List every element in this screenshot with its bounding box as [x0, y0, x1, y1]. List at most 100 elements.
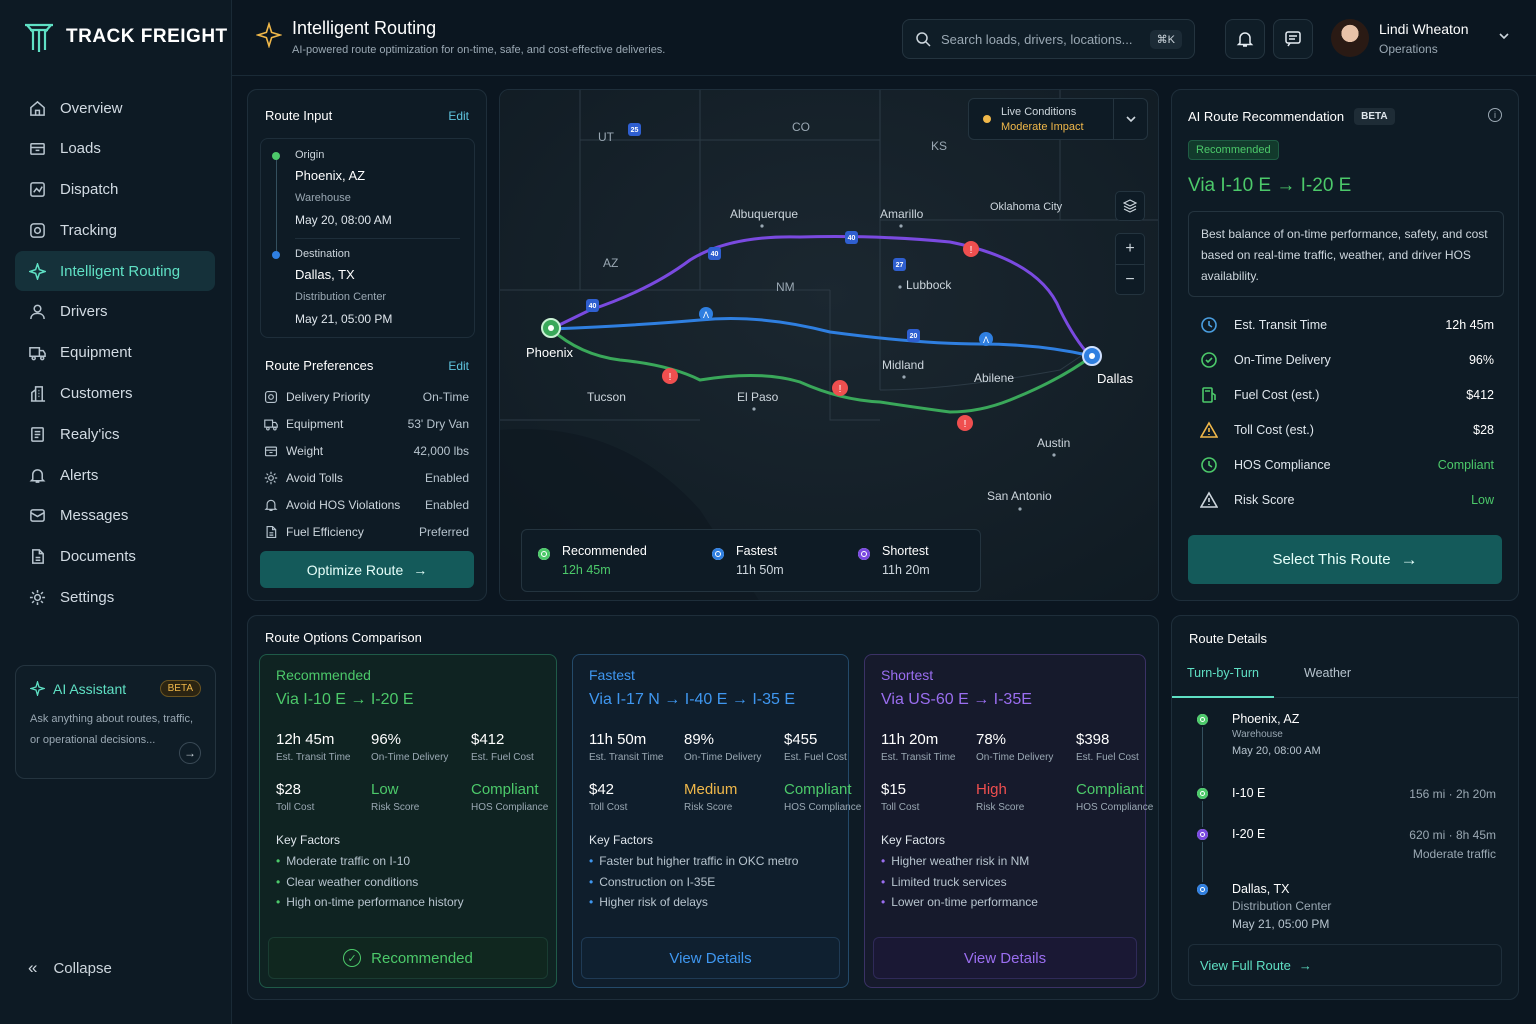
route-option-recommended[interactable]: Recommended Via I-10 E → I-20 E 12h 45m E… [259, 654, 557, 988]
ai-assistant-card[interactable]: AI Assistant BETA Ask anything about rou… [15, 665, 216, 779]
city-label-abilene: Abilene [974, 371, 1014, 385]
origin-pin-icon[interactable] [541, 318, 561, 338]
key-factors-title: Key Factors [881, 833, 946, 847]
sidebar-item-customers[interactable]: Customers [15, 374, 215, 414]
sidebar-item-settings[interactable]: Settings [15, 578, 215, 618]
legend-time: 11h 50m [736, 563, 784, 577]
live-conditions-dropdown[interactable]: Live Conditions Moderate Impact [968, 98, 1148, 140]
state-label-az: AZ [603, 256, 618, 270]
key-factor: • Moderate traffic on I-10 [276, 854, 411, 868]
option-stat: $398 Est. Fuel Cost [1076, 731, 1166, 763]
sidebar-item-overview[interactable]: Overview [15, 88, 215, 128]
warning-alert-icon[interactable]: ! [963, 241, 979, 257]
logo-icon [25, 23, 53, 52]
origin-dot [272, 152, 280, 160]
route-option-shortest[interactable]: Shortest Via US-60 E → I-35E 11h 20m Est.… [864, 654, 1153, 988]
route-input-title: Route Input [265, 108, 333, 123]
sidebar-item-drivers[interactable]: Drivers [15, 292, 215, 332]
legend-name: Fastest [736, 544, 777, 558]
sidebar-item-equipment[interactable]: Equipment [15, 333, 215, 373]
route-input-edit-link[interactable]: Edit [448, 109, 469, 123]
live-status-dot [983, 115, 991, 123]
sidebar-item-alerts[interactable]: Alerts [15, 455, 215, 495]
warning-alert-icon[interactable]: ! [662, 368, 678, 384]
select-route-button[interactable]: Select This Route → [1188, 535, 1502, 584]
messages-button[interactable] [1273, 19, 1313, 59]
chevron-down-icon[interactable] [1113, 99, 1147, 139]
sidebar-item-loads[interactable]: Loads [15, 129, 215, 169]
zoom-controls: + − [1115, 233, 1145, 295]
zoom-in-button[interactable]: + [1116, 234, 1144, 265]
preference-value: Preferred [418, 524, 469, 539]
legend-item-shortest[interactable]: Shortest 11h 20m [858, 544, 930, 577]
live-conditions-title: Live Conditions [1001, 105, 1077, 118]
chevron-down-icon[interactable] [1498, 30, 1510, 45]
option-stat-value: Medium [684, 781, 738, 798]
sidebar-item-documents[interactable]: Documents [15, 537, 215, 577]
arrow-right-icon: → [1400, 549, 1418, 569]
option-stat: Compliant HOS Compliance [784, 781, 874, 813]
layers-button[interactable] [1115, 191, 1145, 221]
tab-turn-by-turn[interactable]: Turn-by-Turn [1172, 664, 1274, 698]
route-map[interactable]: UT CO KS AZ NM Albuquerque Amarillo Okla… [499, 89, 1159, 601]
search-input[interactable]: Search loads, drivers, locations... ⌘K [902, 19, 1195, 59]
beta-badge: BETA [159, 680, 201, 697]
construction-icon[interactable]: Λ [699, 307, 713, 321]
option-stat-label: Est. Fuel Cost [1076, 752, 1139, 763]
sidebar-item-label: Tracking [60, 221, 117, 239]
stop-sub: Warehouse [1232, 729, 1283, 740]
metric-value: 96% [1468, 352, 1494, 367]
option-action-button[interactable]: View Details [873, 937, 1137, 979]
zoom-out-button[interactable]: − [1116, 265, 1144, 295]
tab-weather[interactable]: Weather [1304, 664, 1351, 698]
brand-logo[interactable]: TRACK FREIGHT [22, 20, 228, 54]
option-label: Fastest [589, 667, 635, 683]
sidebar-nav: Overview Loads Dispatch Tracking Intelligent… [15, 88, 215, 618]
stop-time: May 21, 05:00 PM [1232, 917, 1330, 931]
destination-pin-icon[interactable] [1082, 346, 1102, 366]
sidebar-item-label: Documents [60, 548, 136, 566]
key-factor: • Faster but higher traffic in OKC metro [589, 854, 799, 868]
legend-item-recommended[interactable]: Recommended 12h 45m [538, 544, 647, 577]
collapse-label: Collapse [53, 959, 112, 977]
legend-item-fastest[interactable]: Fastest 11h 50m [712, 544, 784, 577]
sidebar-item-messages[interactable]: Messages [15, 496, 215, 536]
preference-value: 53' Dry Van [407, 416, 469, 431]
metric-row: Fuel Cost (est.) $412 [1188, 377, 1502, 412]
view-full-route-link[interactable]: View Full Route → [1188, 944, 1502, 986]
sidebar-item-dispatch[interactable]: Dispatch [15, 170, 215, 210]
metric-value: 12h 45m [1445, 317, 1494, 332]
route-option-fastest[interactable]: Fastest Via I-17 N → I-40 E → I-35 E 11h… [572, 654, 861, 988]
warning-alert-icon[interactable]: ! [832, 380, 848, 396]
option-stat: $455 Est. Fuel Cost [784, 731, 874, 763]
sidebar-item-label: Intelligent Routing [60, 262, 181, 280]
metric-row: Risk Score Low [1188, 482, 1502, 517]
option-action-button[interactable]: View Details [581, 937, 840, 979]
optimize-route-button[interactable]: Optimize Route → [260, 551, 474, 588]
option-action-button[interactable]: ✓ Recommended [268, 937, 548, 979]
city-label-midland: Midland [882, 358, 924, 372]
ai-assistant-arrow-icon[interactable]: → [179, 742, 201, 764]
box-icon [30, 143, 45, 156]
state-label-co: CO [792, 120, 810, 134]
interstate-40-shield: 40 [708, 247, 721, 260]
sidebar-item-realy-ics[interactable]: Realy'ics [15, 414, 215, 454]
option-stat: Low Risk Score [371, 781, 471, 813]
avatar[interactable] [1331, 19, 1369, 57]
construction-icon[interactable]: Λ [979, 332, 993, 346]
info-icon[interactable]: i [1488, 108, 1502, 122]
chat-icon [1285, 31, 1301, 47]
preferences-edit-link[interactable]: Edit [448, 359, 469, 373]
stop-traffic: Moderate traffic [1412, 847, 1496, 861]
sidebar-item-intelligent-routing[interactable]: Intelligent Routing [15, 251, 215, 292]
sidebar-item-tracking[interactable]: Tracking [15, 210, 215, 250]
page-subtitle: AI-powered route optimization for on-tim… [292, 44, 666, 56]
notifications-button[interactable] [1225, 19, 1265, 59]
preference-row: Avoid HOS Violations Enabled [264, 491, 469, 518]
option-stat-value: Compliant [1076, 781, 1144, 798]
warning-alert-icon[interactable]: ! [957, 415, 973, 431]
origin-city: Phoenix, AZ [295, 168, 366, 183]
route-input-card: Route Input Edit Origin Phoenix, AZ Ware… [247, 89, 487, 601]
collapse-button[interactable]: « Collapse [28, 958, 112, 978]
key-factors-title: Key Factors [589, 833, 654, 847]
